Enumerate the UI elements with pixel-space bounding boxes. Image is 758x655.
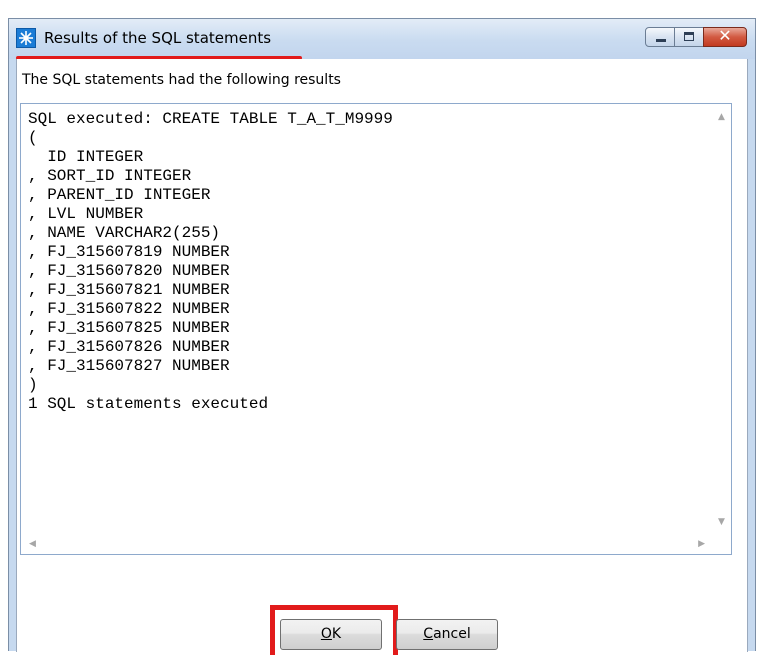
result-line: , PARENT_ID INTEGER [28, 186, 211, 204]
minimize-icon [656, 39, 666, 42]
ok-button[interactable]: OK [280, 619, 382, 650]
scroll-right-arrow-icon[interactable]: ▶ [698, 539, 705, 549]
result-line: , LVL NUMBER [28, 205, 144, 223]
maximize-button[interactable] [674, 27, 704, 47]
scroll-up-arrow-icon[interactable]: ▲ [718, 112, 725, 122]
result-line: 1 SQL statements executed [28, 395, 269, 413]
vertical-scrollbar[interactable]: ▲ ▼ [713, 104, 731, 535]
cancel-mnemonic: C [423, 626, 434, 642]
window-title: Results of the SQL statements [44, 29, 272, 47]
result-line: , FJ_315607825 NUMBER [28, 319, 230, 337]
result-line: SQL executed: CREATE TABLE T_A_T_M9999 [28, 110, 393, 128]
results-text: SQL executed: CREATE TABLE T_A_T_M9999 (… [28, 110, 393, 414]
result-line: ) [28, 376, 38, 394]
result-line: , NAME VARCHAR2(255) [28, 224, 221, 242]
result-line: , FJ_315607826 NUMBER [28, 338, 230, 356]
maximize-icon [684, 32, 694, 41]
cancel-label-rest: ancel [433, 626, 471, 642]
result-line: , FJ_315607819 NUMBER [28, 243, 230, 261]
cancel-button[interactable]: Cancel [396, 619, 498, 650]
app-logo-icon [16, 28, 36, 48]
intro-label: The SQL statements had the following res… [22, 72, 341, 88]
result-line: , FJ_315607821 NUMBER [28, 281, 230, 299]
result-line: , FJ_315607820 NUMBER [28, 262, 230, 280]
button-row: OK Cancel [17, 605, 747, 655]
result-line: , SORT_ID INTEGER [28, 167, 192, 185]
close-button[interactable]: ✕ [703, 26, 747, 47]
result-line: ID INTEGER [28, 148, 144, 166]
close-icon: ✕ [718, 26, 732, 45]
ok-label-rest: K [331, 626, 342, 642]
scroll-down-arrow-icon[interactable]: ▼ [718, 517, 725, 527]
dialog-window: Results of the SQL statements ✕ The SQL … [8, 18, 756, 655]
result-line: ( [28, 129, 38, 147]
window-controls: ✕ [645, 26, 747, 49]
horizontal-scrollbar[interactable]: ◀ ▶ [21, 535, 713, 554]
minimize-button[interactable] [645, 27, 675, 47]
results-textarea[interactable]: SQL executed: CREATE TABLE T_A_T_M9999 (… [20, 103, 732, 555]
ok-mnemonic: O [320, 626, 332, 642]
title-bar[interactable]: Results of the SQL statements ✕ [9, 19, 755, 60]
result-line: , FJ_315607827 NUMBER [28, 357, 230, 375]
scroll-left-arrow-icon[interactable]: ◀ [29, 539, 36, 549]
result-line: , FJ_315607822 NUMBER [28, 300, 230, 318]
dialog-body: The SQL statements had the following res… [16, 59, 748, 655]
